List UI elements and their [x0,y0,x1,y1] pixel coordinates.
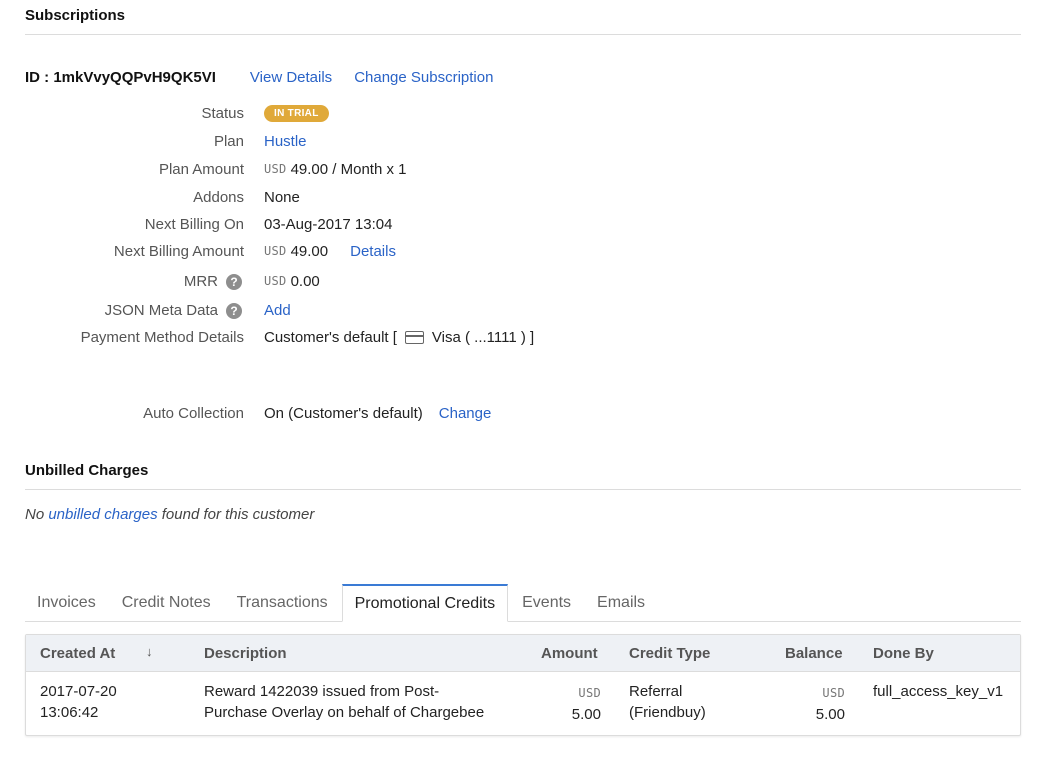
cell-balance: USD 5.00 [785,683,845,725]
column-balance: Balance [785,645,843,662]
json-meta-help-icon[interactable]: ? [226,302,242,319]
next-billing-on-label: Next Billing On [144,215,244,233]
subscriptions-divider [25,34,1021,35]
subscription-id: ID : 1mkVvyQQPvH9QK5VI [25,69,216,86]
addons-label: Addons [193,188,244,206]
tab-transactions[interactable]: Transactions [225,584,340,622]
mrr-value: 0.00 [290,272,320,290]
view-details-link[interactable]: View Details [250,69,332,86]
mrr-row: MRR? USD 0.00 [0,271,1040,291]
promotional-credits-table: Created At ↓ Description Amount Credit T… [25,634,1021,736]
payment-method-label: Payment Method Details [80,328,244,346]
created-date: 2017-07-20 [40,683,117,700]
json-meta-row: JSON Meta Data? Add [0,300,1040,320]
unbilled-divider [25,489,1021,490]
next-billing-on-value: 03-Aug-2017 13:04 [264,215,393,233]
unbilled-empty-message: No unbilled charges found for this custo… [25,506,314,523]
next-billing-amount-label: Next Billing Amount [113,242,244,260]
cell-amount: USD 5.00 [541,683,601,725]
json-meta-label: JSON Meta Data? [0,302,244,319]
column-amount: Amount [541,645,598,662]
subscriptions-heading: Subscriptions [25,7,126,24]
next-billing-details-link[interactable]: Details [350,243,396,260]
next-billing-amount-value: 49.00 [290,242,329,260]
column-done-by: Done By [873,645,934,662]
amount-currency: USD [578,686,601,700]
plan-amount-row: Plan Amount USD 49.00 / Month x 1 [0,159,1040,179]
credit-type-line-2: (Friendbuy) [629,704,706,721]
tab-promotional-credits[interactable]: Promotional Credits [341,584,509,622]
plan-row: Plan Hustle [0,131,1040,151]
payment-method-card: Visa ( ...1111 ) ] [431,328,535,346]
tab-invoices[interactable]: Invoices [25,584,108,622]
currency-code: USD [264,162,287,176]
amount-value: 5.00 [571,706,601,723]
currency-code: USD [264,244,287,258]
description-line-2: Purchase Overlay on behalf of Chargebee [204,704,485,721]
column-credit-type: Credit Type [629,645,711,662]
status-label: Status [201,104,244,122]
cell-credit-type: Referral (Friendbuy) [629,681,706,723]
auto-collection-value: On (Customer's default) [264,404,423,422]
mrr-label-text: MRR [183,272,218,290]
auto-collection-change-link[interactable]: Change [439,405,492,422]
credit-card-icon [404,330,424,344]
plan-amount-label: Plan Amount [158,160,244,178]
subscription-id-row: ID : 1mkVvyQQPvH9QK5VI View Details Chan… [25,69,515,86]
created-time: 13:06:42 [40,704,99,721]
balance-currency: USD [822,686,845,700]
payment-method-prefix: Customer's default [ [264,328,397,346]
cell-created-at: 2017-07-20 13:06:42 [40,681,117,723]
plan-link[interactable]: Hustle [264,133,307,150]
change-subscription-link[interactable]: Change Subscription [354,69,493,86]
addons-row: Addons None [0,187,1040,207]
balance-value: 5.00 [815,706,845,723]
json-meta-label-text: JSON Meta Data [104,301,218,319]
table-header: Created At ↓ Description Amount Credit T… [26,635,1020,672]
tab-bar: Invoices Credit Notes Transactions Promo… [25,584,1021,622]
tab-events[interactable]: Events [510,584,583,622]
empty-msg-prefix: No [25,506,49,523]
mrr-label: MRR? [0,273,244,290]
cell-done-by: full_access_key_v1 [873,683,1004,700]
status-badge: IN TRIAL [264,104,329,122]
sort-arrow-icon[interactable]: ↓ [146,644,153,659]
tab-credit-notes[interactable]: Credit Notes [110,584,223,622]
description-line-1: Reward 1422039 issued from Post- [204,683,440,700]
plan-label: Plan [213,132,244,150]
mrr-help-icon[interactable]: ? [226,273,242,290]
addons-value: None [264,188,300,206]
plan-amount-value: 49.00 / Month x 1 [290,160,407,178]
json-meta-add-link[interactable]: Add [264,302,291,319]
unbilled-charges-link[interactable]: unbilled charges [48,506,157,523]
cell-description: Reward 1422039 issued from Post- Purchas… [204,681,484,723]
status-row: Status IN TRIAL [0,103,1040,123]
payment-method-row: Payment Method Details Customer's defaul… [0,327,1040,347]
column-created-at[interactable]: Created At [40,645,115,662]
next-billing-on-row: Next Billing On 03-Aug-2017 13:04 [0,214,1040,234]
currency-code: USD [264,274,287,288]
credit-type-line-1: Referral [629,683,683,700]
auto-collection-row: Auto Collection On (Customer's default) … [0,403,1040,423]
auto-collection-label: Auto Collection [143,404,244,422]
tab-emails[interactable]: Emails [585,584,657,622]
column-description: Description [204,645,287,662]
next-billing-amount-row: Next Billing Amount USD 49.00 Details [0,241,1040,261]
unbilled-charges-heading: Unbilled Charges [25,462,149,479]
empty-msg-suffix: found for this customer [157,506,315,523]
